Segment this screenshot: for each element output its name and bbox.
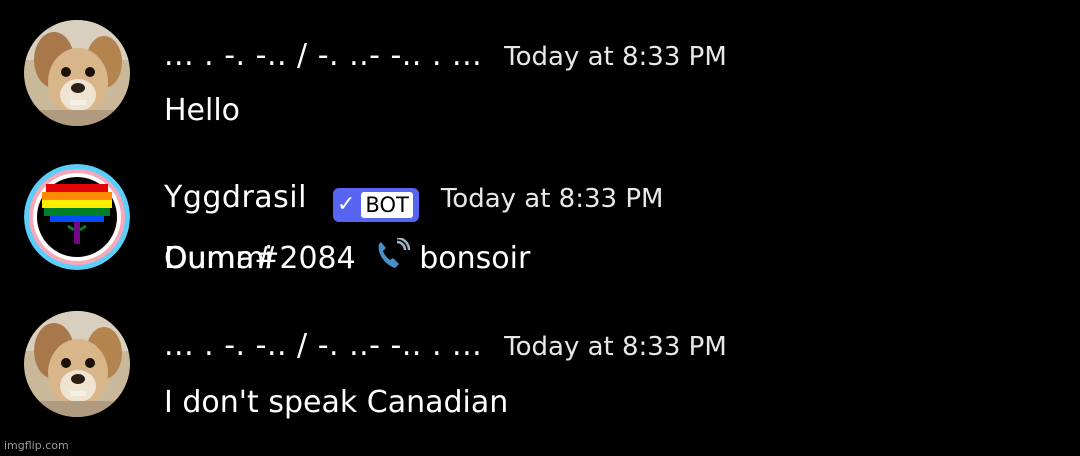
timestamp: Today at 8:33 PM: [440, 184, 664, 214]
bot-badge: ✓ BOT: [332, 187, 419, 222]
user-mention[interactable]: Ouma Dummi: [164, 241, 273, 276]
watermark: imgflip.com: [4, 439, 69, 452]
message-header: Yggdrasil ✓ BOT Today at 8:33 PM: [164, 180, 664, 222]
username[interactable]: ... . -. -.. / -. ..- -.. . ...: [164, 38, 482, 73]
message-header: ... . -. -.. / -. ..- -.. . ... Today at…: [164, 328, 727, 363]
message-content: Hello: [164, 93, 241, 128]
verified-check-icon: ✓: [336, 192, 356, 217]
username[interactable]: ... . -. -.. / -. ..- -.. . ...: [164, 328, 482, 363]
dog-avatar[interactable]: [24, 311, 130, 417]
rainbow-tree-avatar[interactable]: [24, 164, 130, 270]
bot-label: BOT: [361, 191, 413, 218]
dog-avatar[interactable]: [24, 20, 130, 126]
username[interactable]: Yggdrasil: [164, 180, 307, 215]
timestamp: Today at 8:33 PM: [504, 332, 727, 362]
message-content: Ouma Dummi #2084 bonsoir: [164, 236, 531, 276]
timestamp: Today at 8:33 PM: [504, 42, 727, 72]
phone-call-icon: [373, 236, 413, 272]
message-content: I don't speak Canadian: [164, 385, 509, 420]
message-text: bonsoir: [419, 241, 531, 276]
mention-name-b: Dummi: [164, 241, 273, 276]
message-header: ... . -. -.. / -. ..- -.. . ... Today at…: [164, 38, 727, 73]
